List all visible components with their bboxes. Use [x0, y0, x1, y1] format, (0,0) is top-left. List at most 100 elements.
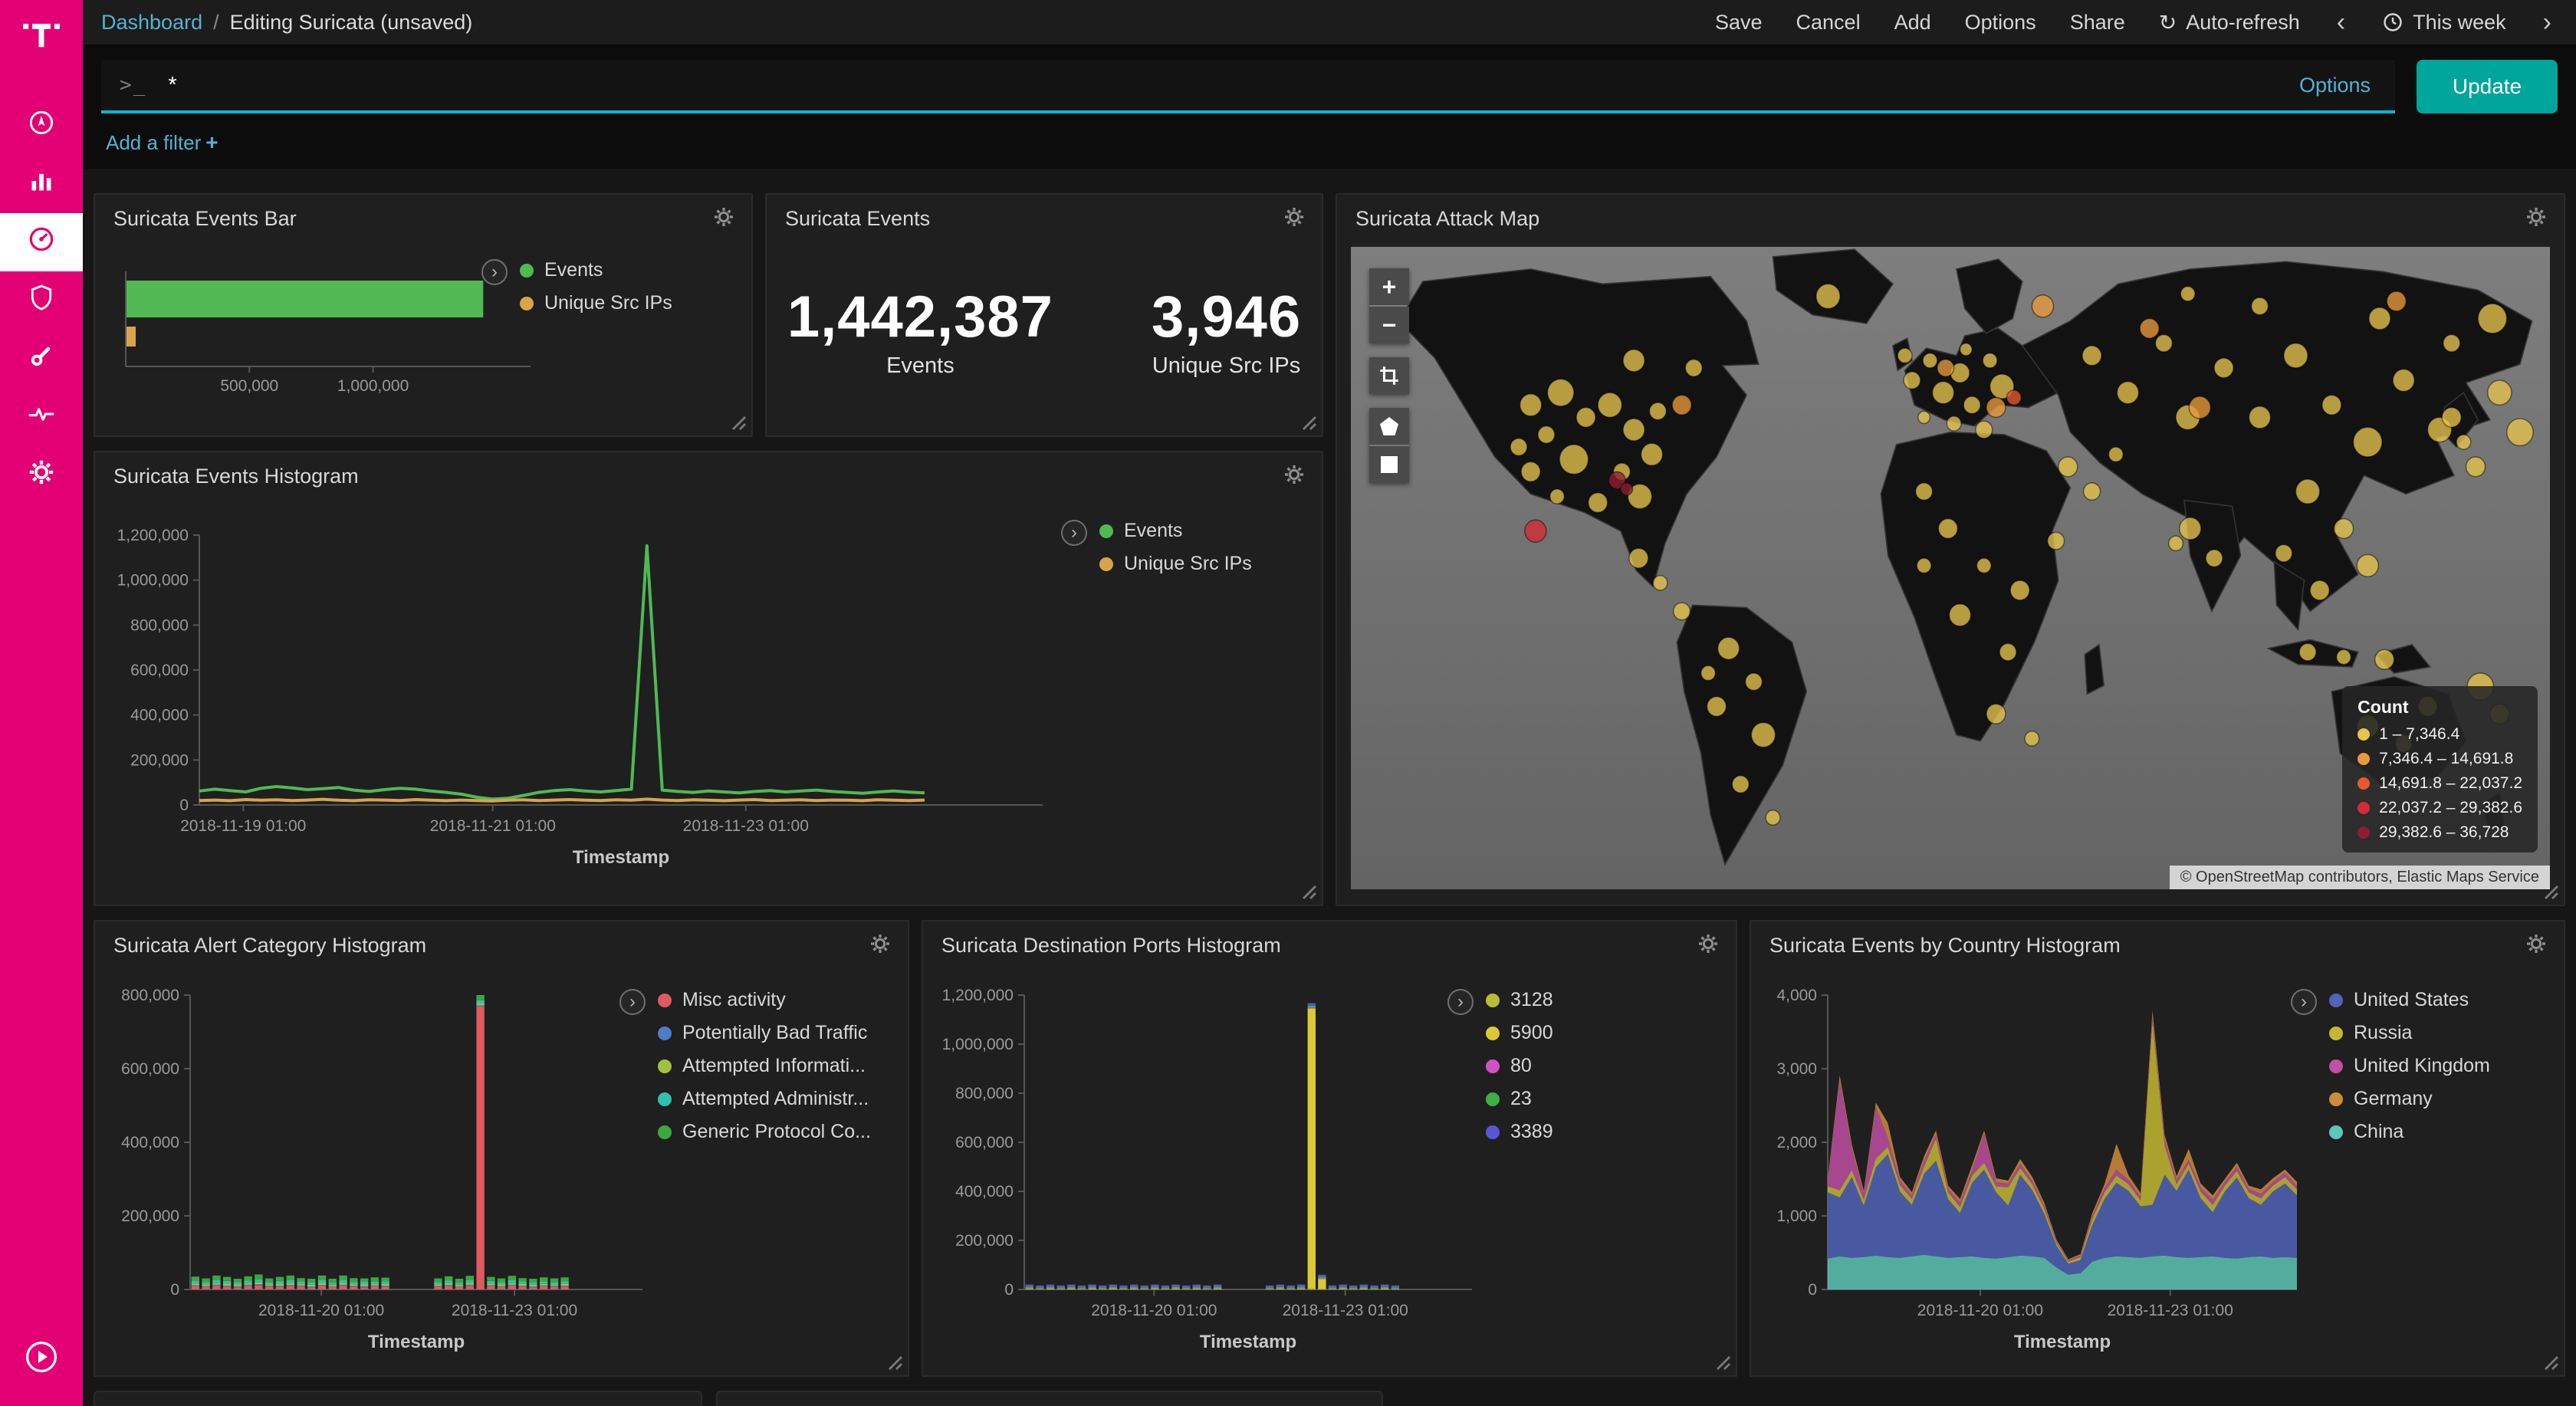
legend-item[interactable]: Generic Protocol Co... [658, 1121, 871, 1143]
attack-map[interactable]: + − C [1351, 247, 2550, 889]
auto-refresh-button[interactable]: ↻ Auto-refresh [2159, 10, 2300, 35]
legend-label: Unique Src IPs [544, 292, 672, 314]
legend-toggle-icon[interactable]: › [1061, 520, 1087, 546]
time-back-button[interactable]: ‹ [2334, 9, 2348, 35]
legend-item[interactable]: Events [1099, 520, 1252, 542]
events-by-country-chart[interactable]: 01,0002,0003,0004,0002018-11-20 01:00201… [1760, 961, 2328, 1369]
zoom-in-button[interactable]: + [1369, 268, 1409, 305]
legend-item[interactable]: Potentially Bad Traffic [658, 1022, 871, 1044]
telekom-logo-icon [21, 14, 61, 60]
sidebar-item-devtools[interactable] [0, 330, 83, 388]
resize-handle[interactable] [885, 1352, 903, 1371]
legend-item[interactable]: Misc activity [658, 989, 871, 1011]
cancel-button[interactable]: Cancel [1796, 11, 1861, 34]
legend-toggle-icon[interactable]: › [481, 259, 508, 285]
legend-item[interactable]: Attempted Administr... [658, 1088, 871, 1110]
add-button[interactable]: Add [1894, 11, 1931, 34]
resize-handle[interactable] [1299, 882, 1317, 900]
panel-title: Suricata Attack Map [1355, 207, 1539, 231]
breadcrumb-dashboard-link[interactable]: Dashboard [101, 11, 202, 34]
legend-item[interactable]: 1 – 7,346.4 [2358, 725, 2522, 744]
alert-category-chart[interactable]: 0200,000400,000600,000800,0002018-11-20 … [104, 961, 672, 1369]
legend-item[interactable]: Germany [2329, 1088, 2490, 1110]
legend-toggle-icon[interactable]: › [2291, 989, 2317, 1015]
legend-label: 14,691.8 – 22,037.2 [2379, 774, 2522, 793]
sidebar-item-management[interactable] [0, 446, 83, 504]
legend-item[interactable]: Attempted Informati... [658, 1055, 871, 1077]
save-button[interactable]: Save [1715, 11, 1763, 34]
zoom-out-button[interactable]: − [1369, 307, 1409, 343]
add-filter-link[interactable]: Add a filter+ [106, 131, 219, 154]
legend-toggle-icon[interactable]: › [619, 989, 646, 1015]
legend-item[interactable]: Russia [2329, 1022, 2490, 1044]
resize-handle[interactable] [1299, 412, 1317, 431]
panel-title: Suricata Alert Category Histogram [113, 934, 426, 958]
rectangle-select-button[interactable] [1369, 446, 1409, 483]
panel-title: Suricata Events by Country Histogram [1769, 934, 2121, 958]
gear-icon[interactable] [710, 205, 738, 233]
crop-icon [1379, 366, 1399, 386]
legend-item[interactable]: Events [520, 259, 672, 281]
legend-item[interactable]: 23 [1486, 1088, 1553, 1110]
resize-handle[interactable] [1713, 1352, 1731, 1371]
sidebar-item-discover[interactable] [0, 97, 83, 155]
legend-color-dot [658, 994, 672, 1007]
svg-text:600,000: 600,000 [130, 662, 189, 679]
legend-color-dot [2358, 753, 2370, 765]
legend-item[interactable]: 29,382.6 – 36,728 [2358, 823, 2522, 842]
svg-text:2018-11-20 01:00: 2018-11-20 01:00 [258, 1302, 384, 1319]
legend-item[interactable]: United Kingdom [2329, 1055, 2490, 1077]
gear-icon[interactable] [2522, 932, 2550, 960]
legend-item[interactable]: Unique Src IPs [1099, 553, 1252, 575]
gear-icon[interactable] [1694, 932, 1722, 960]
time-range-button[interactable]: This week [2382, 11, 2506, 34]
gear-icon[interactable] [2522, 205, 2550, 233]
panel-title: Suricata Events Histogram [113, 465, 359, 488]
share-button[interactable]: Share [2070, 11, 2125, 34]
polygon-select-button[interactable] [1369, 408, 1409, 445]
sidebar-play-button[interactable] [23, 1339, 60, 1381]
panel-suricata-events-histogram: Suricata Events Histogram 0200,000400,00… [94, 451, 1323, 906]
map-attribution: © OpenStreetMap contributors, Elastic Ma… [2170, 866, 2550, 889]
legend-item[interactable]: Unique Src IPs [520, 292, 672, 314]
legend-label: China [2354, 1121, 2404, 1143]
legend-item[interactable]: China [2329, 1121, 2490, 1143]
update-button[interactable]: Update [2417, 60, 2558, 113]
legend-item[interactable]: 3128 [1486, 989, 1553, 1011]
resize-handle[interactable] [2541, 882, 2559, 900]
query-options-link[interactable]: Options [2293, 74, 2377, 97]
legend-item[interactable]: United States [2329, 989, 2490, 1011]
legend-color-dot [658, 1027, 672, 1040]
gear-icon[interactable] [1280, 463, 1308, 491]
legend-color-dot [520, 264, 534, 278]
legend-label: 80 [1510, 1055, 1532, 1077]
sidebar-item-visualize[interactable] [0, 155, 83, 213]
legend-toggle-icon[interactable]: › [1447, 989, 1474, 1015]
legend-item[interactable]: 7,346.4 – 14,691.8 [2358, 750, 2522, 768]
legend-item[interactable]: 14,691.8 – 22,037.2 [2358, 774, 2522, 793]
time-forward-button[interactable]: › [2540, 9, 2555, 35]
svg-text:0: 0 [179, 797, 189, 814]
gear-icon[interactable] [1280, 205, 1308, 233]
sidebar-item-monitoring[interactable] [0, 388, 83, 446]
panel-suricata-alert-category-histogram: Suricata Alert Category Histogram 0200,0… [94, 920, 909, 1377]
pentagon-icon [1380, 417, 1398, 435]
crop-tool-button[interactable] [1369, 357, 1409, 394]
legend-item[interactable]: 5900 [1486, 1022, 1553, 1044]
legend-color-dot [2358, 826, 2370, 839]
resize-handle[interactable] [2541, 1352, 2559, 1371]
legend-item[interactable]: 80 [1486, 1055, 1553, 1077]
sidebar-item-dashboard[interactable] [0, 213, 83, 271]
top-nav-actions: Save Cancel Add Options Share ↻ Auto-ref… [1715, 9, 2555, 35]
events-histogram-chart[interactable]: 0200,000400,000600,000800,0001,000,0001,… [104, 495, 1086, 888]
gear-icon[interactable] [866, 932, 894, 960]
legend-item[interactable]: 3389 [1486, 1121, 1553, 1143]
search-input[interactable]: >_ * Options [101, 60, 2395, 113]
legend-item[interactable]: 22,037.2 – 29,382.6 [2358, 799, 2522, 817]
options-button[interactable]: Options [1965, 11, 2036, 34]
sidebar-item-siem[interactable] [0, 271, 83, 330]
svg-text:2018-11-20 01:00: 2018-11-20 01:00 [1917, 1302, 2043, 1319]
resize-handle[interactable] [728, 412, 747, 431]
destination-ports-chart[interactable]: 0200,000400,000600,000800,0001,000,0001,… [932, 961, 1500, 1369]
svg-text:Timestamp: Timestamp [573, 847, 669, 868]
